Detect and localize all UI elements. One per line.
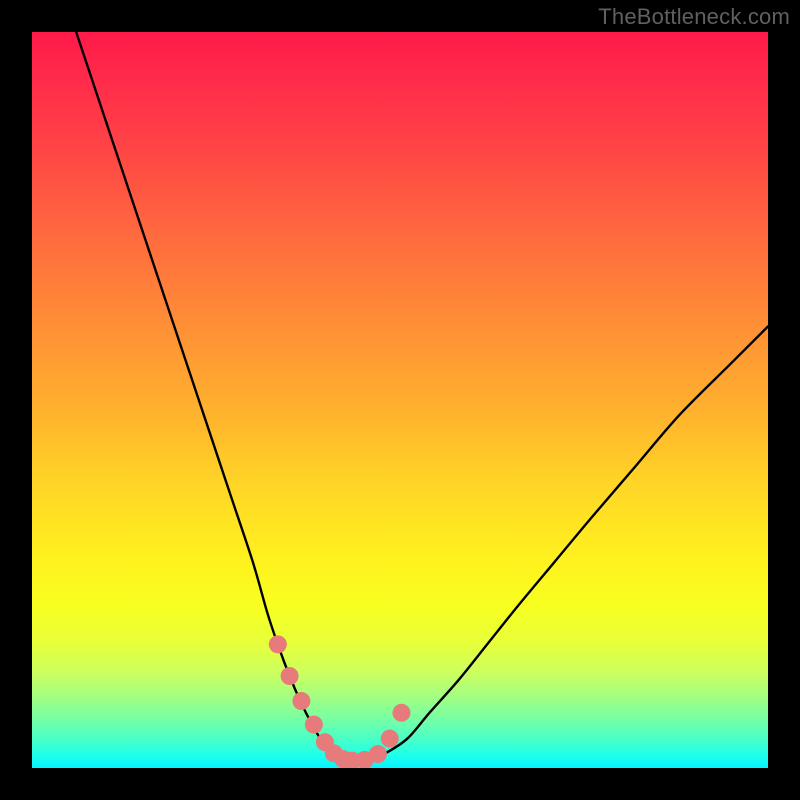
- valley-marker: [281, 667, 299, 685]
- valley-marker: [305, 716, 323, 734]
- valley-markers: [269, 635, 411, 768]
- bottleneck-curve: [76, 32, 768, 762]
- valley-marker: [392, 704, 410, 722]
- chart-frame: TheBottleneck.com: [0, 0, 800, 800]
- plot-area: [32, 32, 768, 768]
- valley-marker: [292, 692, 310, 710]
- valley-marker: [381, 730, 399, 748]
- watermark-text: TheBottleneck.com: [598, 4, 790, 30]
- valley-marker: [369, 745, 387, 763]
- curve-layer: [32, 32, 768, 768]
- valley-marker: [269, 635, 287, 653]
